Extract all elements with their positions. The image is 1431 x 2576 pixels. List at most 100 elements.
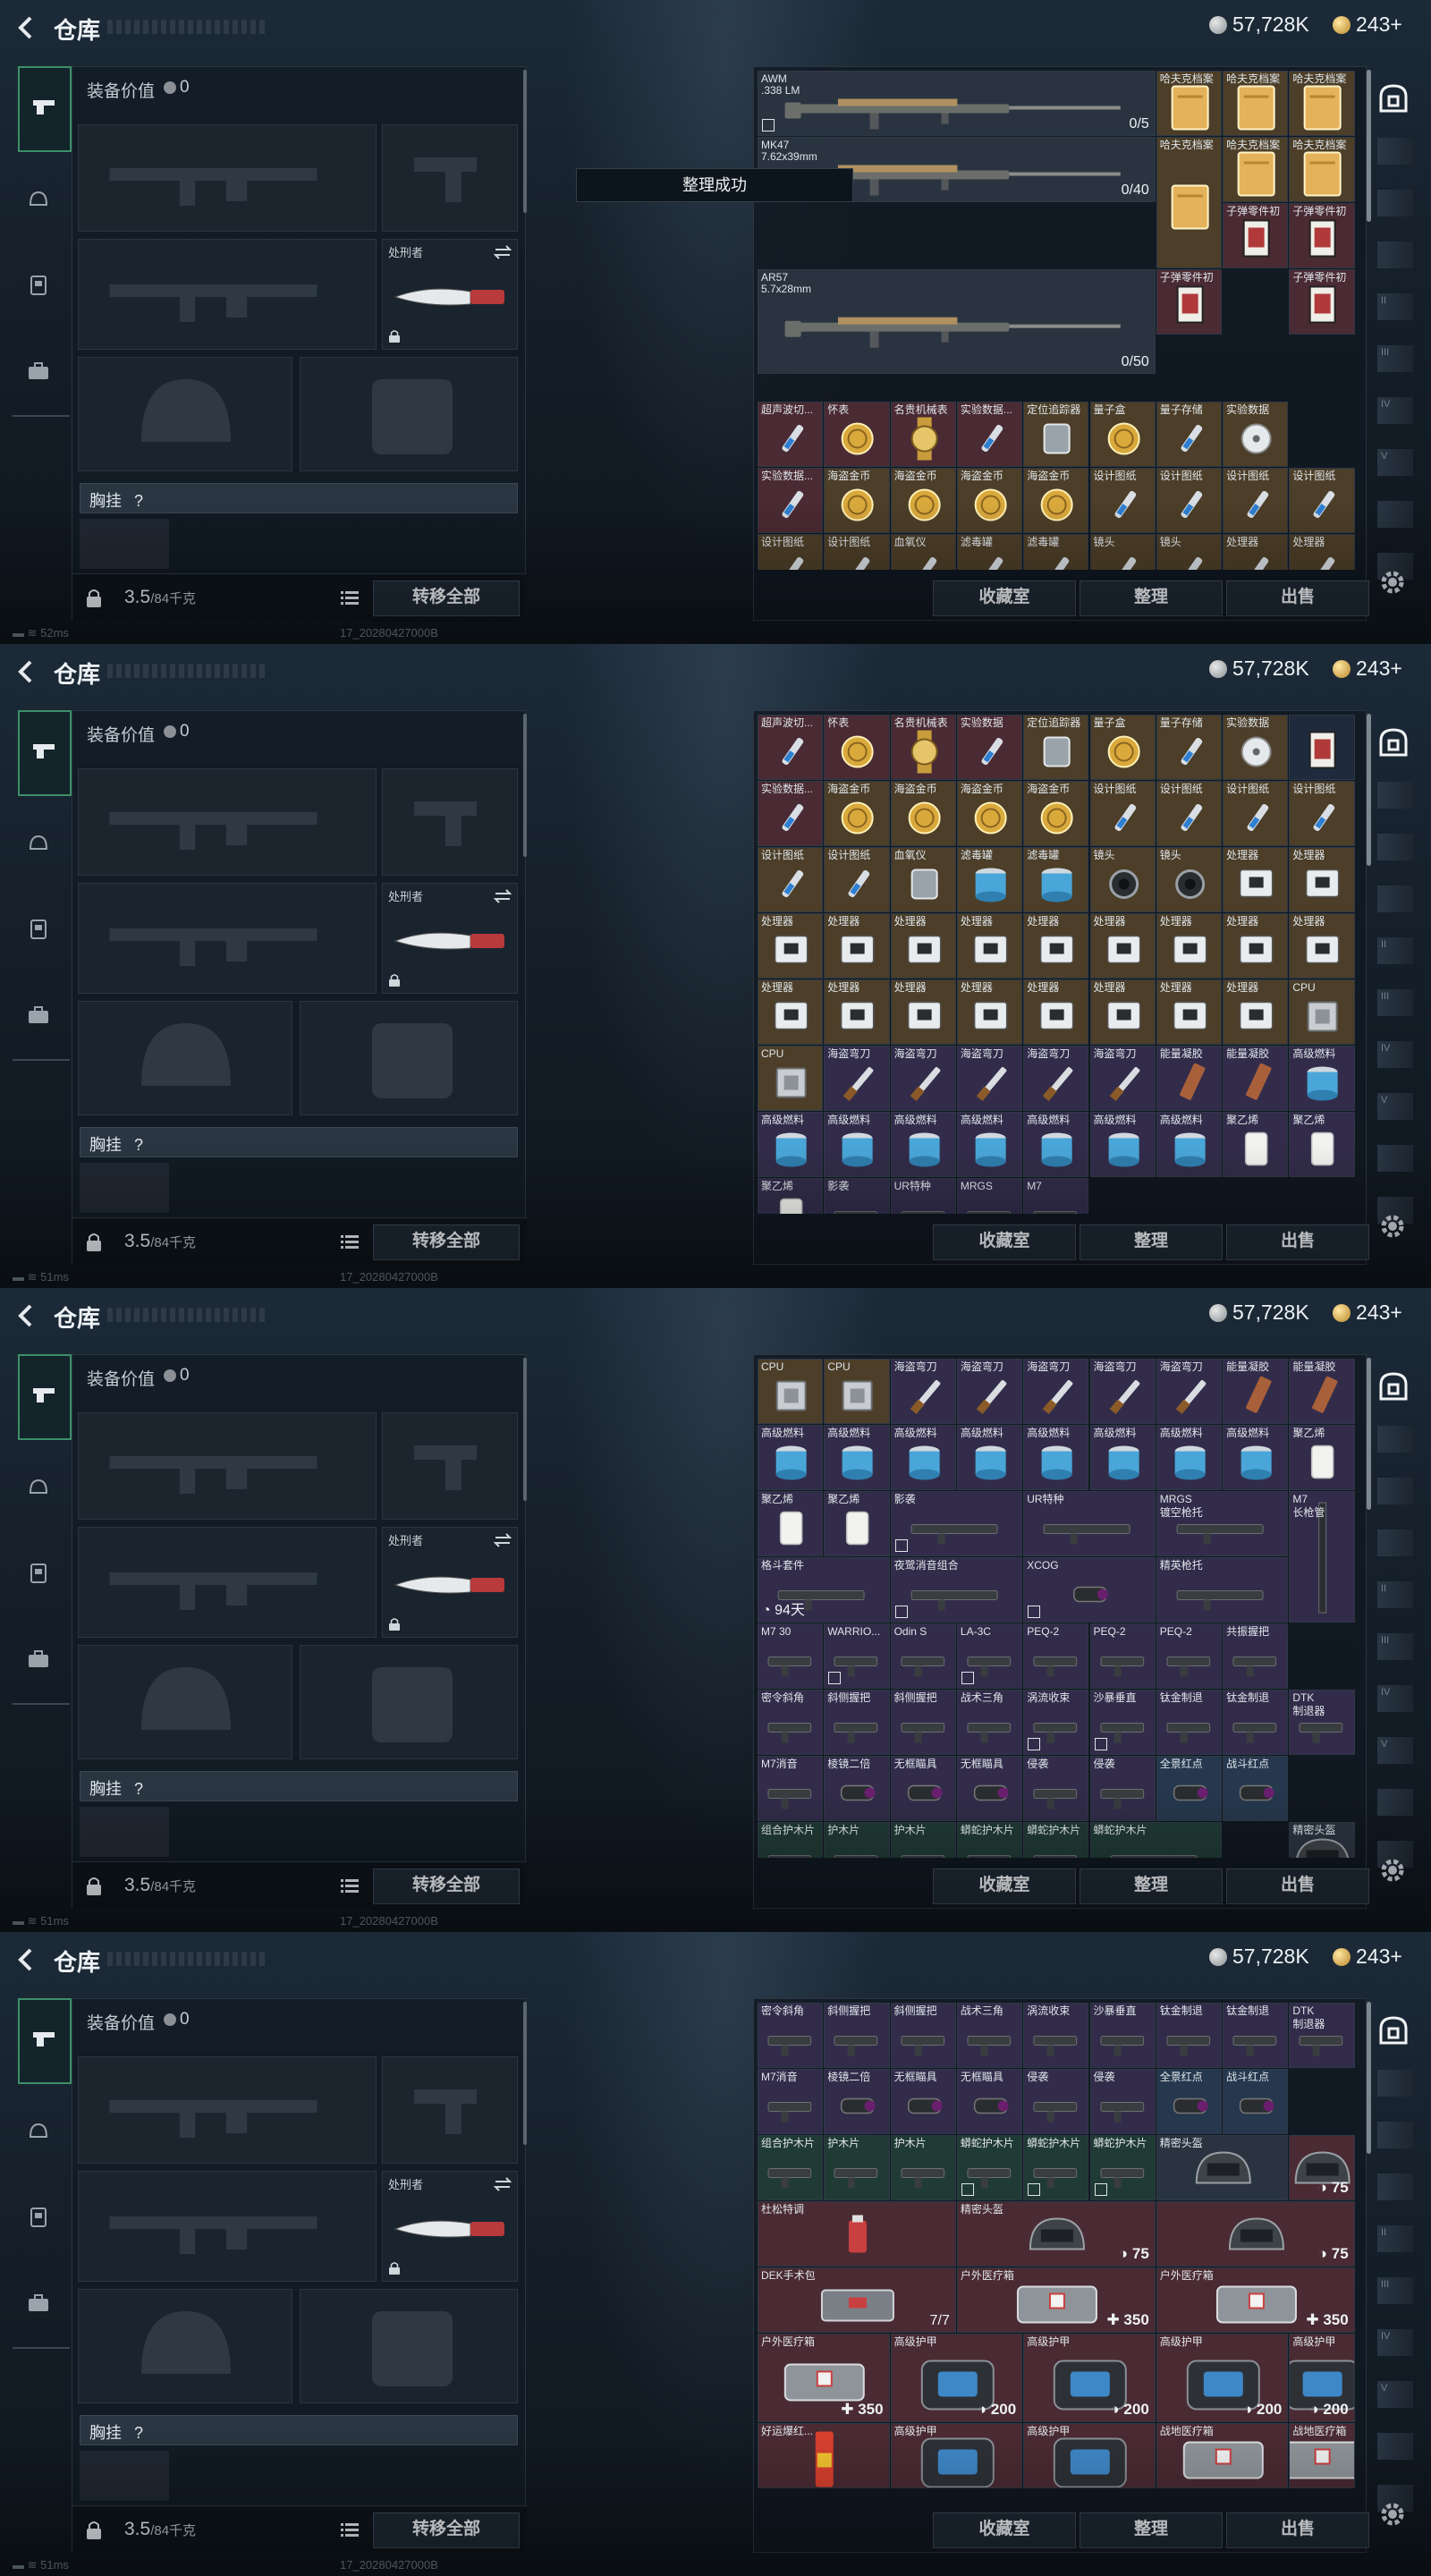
collection-button[interactable]: 收藏室 — [933, 1224, 1076, 1260]
stash-item[interactable]: 战地医疗箱 — [1289, 2422, 1355, 2488]
tab-bag[interactable] — [20, 354, 57, 392]
stash-item[interactable]: 哈夫克档案 — [1289, 137, 1355, 202]
gear-icon[interactable] — [1377, 1211, 1408, 1241]
stash-item[interactable]: 设计图纸 — [1156, 468, 1223, 533]
stash-item[interactable]: 聚乙烯 — [1223, 1112, 1289, 1177]
stash-item[interactable]: UR特种 — [890, 1178, 956, 1214]
stash-item[interactable]: 哈夫克档案 — [1156, 71, 1223, 136]
stash-item[interactable]: 处理器 — [1289, 847, 1355, 912]
stash-item[interactable]: 哈夫克档案 — [1156, 137, 1223, 268]
stash-item[interactable]: M7 30 — [758, 1623, 824, 1689]
stash-item[interactable]: 海盗金币 — [956, 781, 1023, 846]
stash-item[interactable]: 海盗弯刀 — [956, 1359, 1023, 1424]
gold-currency[interactable]: 243+ — [1333, 657, 1402, 681]
stash-item[interactable]: 海盗弯刀 — [1089, 1046, 1156, 1111]
stash-page-tab[interactable] — [1377, 1789, 1413, 1816]
stash-item[interactable]: 无框瞄具 — [890, 1756, 956, 1821]
equip-scrollbar[interactable] — [523, 70, 527, 213]
stash-item[interactable]: 杜松特调 — [758, 2201, 956, 2267]
stash-item[interactable]: 处理器 — [758, 913, 824, 979]
stash-item[interactable]: 高级燃料 — [890, 1425, 956, 1490]
stash-page-tab[interactable] — [1377, 2485, 1413, 2512]
stash-item[interactable]: 处理器 — [1023, 913, 1089, 979]
stash-item[interactable]: 棱镜二倍 — [824, 2069, 890, 2134]
transfer-all-button[interactable]: 转移全部 — [373, 1868, 520, 1904]
stash-item[interactable]: 共振握把 — [1223, 1623, 1289, 1689]
collection-button[interactable]: 收藏室 — [933, 580, 1076, 616]
stash-item[interactable]: 镜头 — [1089, 847, 1156, 912]
chevron-left-icon[interactable] — [13, 658, 39, 685]
stash-item[interactable]: WARRIO... — [824, 1623, 890, 1689]
stash-item[interactable]: 滤毒罐 — [956, 534, 1023, 570]
stash-item[interactable]: 设计图纸 — [1289, 781, 1355, 846]
stash-item[interactable]: 海盗金币 — [1023, 468, 1089, 533]
stash-item[interactable]: 高级护甲 ◑ 200 — [890, 2334, 1023, 2422]
transfer-all-button[interactable]: 转移全部 — [373, 1224, 520, 1260]
helmet-slot[interactable] — [78, 2289, 292, 2403]
stash-item[interactable]: 密令斜角 — [758, 1690, 824, 1755]
stash-page-tab[interactable]: III — [1377, 1633, 1413, 1660]
stash-item[interactable]: 高级燃料 — [824, 1112, 890, 1177]
stash-item[interactable]: 高级燃料 — [890, 1112, 956, 1177]
stash-item[interactable]: 钛金制退 — [1223, 2003, 1289, 2068]
stash-page-tab[interactable]: V — [1377, 2381, 1413, 2408]
stash-item[interactable]: 怀表 — [824, 402, 890, 467]
stash-item[interactable]: 处理器 — [1089, 979, 1156, 1045]
melee-slot[interactable]: 处刑者 — [382, 1527, 518, 1638]
stash-item[interactable]: 聚乙烯 — [758, 1178, 824, 1214]
stash-item[interactable]: M7 — [1023, 1178, 1089, 1214]
gear-icon[interactable] — [1377, 567, 1408, 597]
stash-item[interactable]: 钛金制退 — [1223, 1690, 1289, 1755]
stash-page-tab[interactable]: II — [1377, 937, 1413, 964]
armor-slot[interactable] — [300, 357, 518, 471]
primary-weapon-slot[interactable] — [78, 1412, 377, 1520]
stash-item[interactable]: 海盗弯刀 — [1156, 1359, 1223, 1424]
stash-item[interactable]: 高级燃料 — [1089, 1112, 1156, 1177]
stash-item[interactable]: AR57 5.7x28mm 0/50 — [758, 269, 1156, 375]
helmet-slot[interactable] — [78, 1645, 292, 1759]
stash-page-tab[interactable] — [1377, 1197, 1413, 1224]
swap-icon[interactable] — [493, 1533, 512, 1547]
stash-item[interactable]: 实验数据 — [1223, 715, 1289, 780]
chest-rig-help[interactable]: ? — [134, 1136, 143, 1154]
stash-page-tab[interactable]: IV — [1377, 1041, 1413, 1068]
stash-item[interactable]: 处理器 — [1156, 913, 1223, 979]
swap-icon[interactable] — [493, 245, 512, 259]
stash-page-tab[interactable] — [1377, 1478, 1413, 1504]
tab-armor[interactable] — [20, 1556, 57, 1594]
stash-item[interactable]: 海盗弯刀 — [1023, 1359, 1089, 1424]
stash-item[interactable]: 好运爆红... — [758, 2422, 890, 2488]
stash-item[interactable]: 海盗金币 — [956, 468, 1023, 533]
gear-icon[interactable] — [1377, 2499, 1408, 2529]
stash-page-tab[interactable] — [1377, 553, 1413, 580]
stash-page-tab[interactable] — [1377, 886, 1413, 912]
stash-item[interactable]: 聚乙烯 — [1289, 1425, 1355, 1490]
stash-item[interactable]: 量子存储 — [1156, 715, 1223, 780]
stash-item[interactable]: 哈夫克档案 — [1289, 71, 1355, 136]
stash-item[interactable]: 棱镜二倍 — [824, 1756, 890, 1821]
stash-item[interactable]: 组合护木片 — [758, 1822, 824, 1858]
stash-item[interactable]: 设计图纸 — [758, 534, 824, 570]
stash-item[interactable]: 聚乙烯 — [1289, 1112, 1355, 1177]
stash-item[interactable]: 格斗套件 ◔ 94天 — [758, 1557, 890, 1623]
stash-item[interactable]: 处理器 — [1223, 847, 1289, 912]
swap-icon[interactable] — [493, 889, 512, 903]
stash-item[interactable]: 处理器 — [890, 913, 956, 979]
stash-item[interactable]: 高级燃料 — [1089, 1425, 1156, 1490]
silver-currency[interactable]: 57,728K — [1209, 13, 1309, 37]
transfer-all-button[interactable]: 转移全部 — [373, 2512, 520, 2548]
stash-item[interactable]: 蟒蛇护木片 — [956, 1822, 1023, 1858]
stash-item[interactable]: XCOG — [1023, 1557, 1156, 1623]
stash-item[interactable]: 处理器 — [1289, 913, 1355, 979]
stash-item[interactable]: 蟒蛇护木片 — [1089, 2135, 1156, 2200]
stash-item[interactable]: 处理器 — [824, 913, 890, 979]
stash-item[interactable]: 高级护甲 ◑ 200 — [1023, 2334, 1156, 2422]
stash-item[interactable]: 高级燃料 — [1156, 1425, 1223, 1490]
stash-item[interactable]: 海盗弯刀 — [1023, 1046, 1089, 1111]
stash-page-tab[interactable] — [1377, 1530, 1413, 1556]
tab-armor[interactable] — [20, 2200, 57, 2238]
chest-rig-slot[interactable]: 胸挂? — [80, 2415, 518, 2445]
organize-button[interactable]: 整理 — [1080, 2512, 1223, 2548]
tab-weapons[interactable] — [18, 710, 72, 796]
stash-item[interactable]: 超声波切... — [758, 402, 824, 467]
